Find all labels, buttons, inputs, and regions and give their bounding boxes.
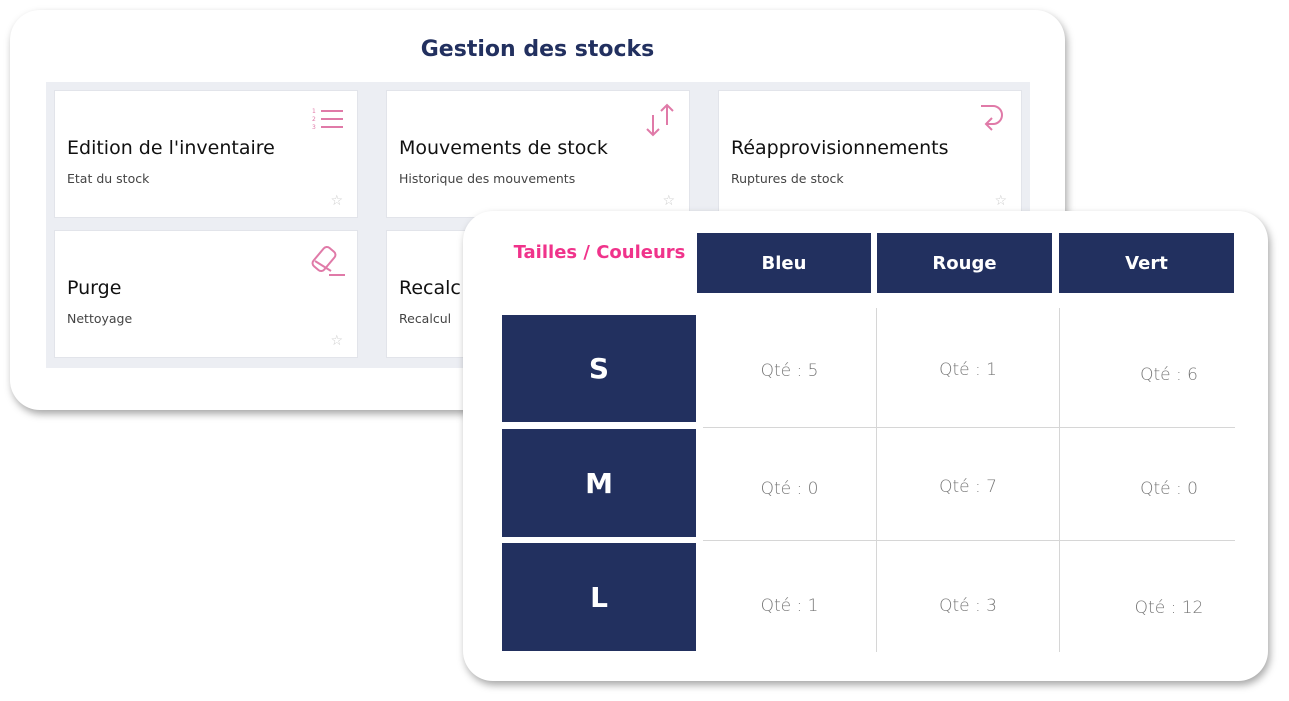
card-subtitle: Nettoyage <box>67 311 133 326</box>
qty-cell: Qté : 1 <box>939 360 997 380</box>
qty-cell: Qté : 6 <box>1140 365 1198 385</box>
qty-cell: Qté : 0 <box>1140 479 1198 499</box>
star-icon[interactable]: ☆ <box>330 333 343 349</box>
return-arrow-icon <box>981 105 1003 131</box>
svg-text:1: 1 <box>312 108 316 115</box>
grid-divider <box>1059 308 1060 652</box>
card-title: Réapprovisionnements <box>731 137 949 159</box>
qty-cell: Qté : 0 <box>760 479 819 499</box>
row-header-l: L <box>502 543 696 651</box>
qty-cell: Qté : 12 <box>1134 598 1204 618</box>
card-replenishment[interactable]: Réapprovisionnements Ruptures de stock ☆ <box>718 90 1022 218</box>
column-header-bleu: Bleu <box>697 233 871 293</box>
card-subtitle: Ruptures de stock <box>731 171 844 186</box>
size-color-matrix-panel: Tailles / Couleurs Bleu Rouge Vert S M L… <box>463 211 1268 681</box>
card-subtitle: Recalcul <box>399 311 452 326</box>
qty-cell: Qté : 7 <box>939 477 997 497</box>
row-header-m: M <box>502 429 696 537</box>
svg-text:2: 2 <box>312 116 316 123</box>
card-inventory-edition[interactable]: 123 Edition de l'inventaire Etat du stoc… <box>54 90 358 218</box>
card-stock-movements[interactable]: Mouvements de stock Historique des mouve… <box>386 90 690 218</box>
card-subtitle: Historique des mouvements <box>399 171 576 186</box>
card-title: Mouvements de stock <box>399 137 608 159</box>
page-title: Gestion des stocks <box>420 37 655 62</box>
star-icon[interactable]: ☆ <box>662 193 675 209</box>
matrix-corner-label: Tailles / Couleurs <box>513 242 686 263</box>
row-header-s: S <box>502 315 696 422</box>
card-purge[interactable]: Purge Nettoyage ☆ <box>54 230 358 358</box>
eraser-icon <box>311 245 345 276</box>
qty-cell: Qté : 3 <box>939 596 997 616</box>
card-subtitle: Etat du stock <box>67 171 150 186</box>
qty-cell: Qté : 1 <box>760 596 819 616</box>
swap-vertical-icon <box>646 103 674 137</box>
card-title: Purge <box>67 277 122 299</box>
column-header-rouge: Rouge <box>877 233 1052 293</box>
svg-text:3: 3 <box>312 124 316 131</box>
numbered-list-icon: 123 <box>312 108 343 131</box>
card-title: Recalc <box>399 277 461 299</box>
star-icon[interactable]: ☆ <box>994 193 1007 209</box>
card-title: Edition de l'inventaire <box>67 137 275 159</box>
star-icon[interactable]: ☆ <box>330 193 343 209</box>
qty-cell: Qté : 5 <box>760 361 819 381</box>
column-header-vert: Vert <box>1059 233 1234 293</box>
